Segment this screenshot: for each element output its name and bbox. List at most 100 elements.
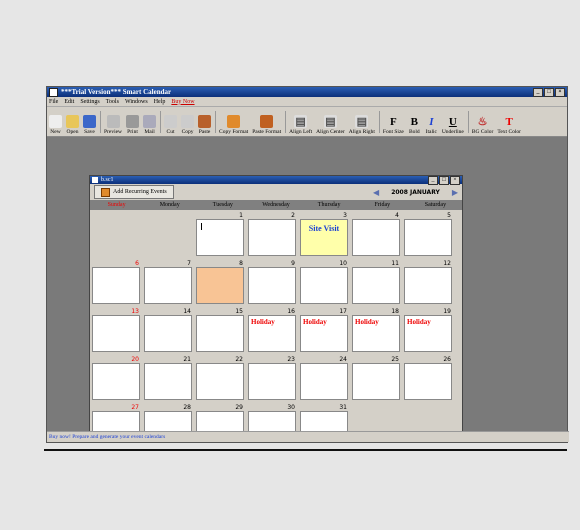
holiday-label[interactable]: Holiday <box>405 316 451 328</box>
day-cell-26[interactable]: 26 <box>402 354 454 402</box>
toolbar-text-color-button[interactable]: T Text Color <box>497 115 521 136</box>
app-title: ***Trial Version*** Smart Calendar <box>61 88 172 96</box>
calendar-close-button[interactable]: × <box>450 176 460 185</box>
day-cell-2[interactable]: 2 <box>246 210 298 258</box>
day-content-box[interactable] <box>404 267 452 304</box>
next-month-arrow-icon[interactable]: ▶ <box>452 188 458 197</box>
day-cell-1[interactable]: 1 <box>194 210 246 258</box>
toolbar-underline-button[interactable]: U Underline <box>442 115 464 136</box>
maximize-button[interactable]: □ <box>544 87 554 97</box>
toolbar-paste-format-button[interactable]: Paste Format <box>252 115 281 135</box>
day-cell-17[interactable]: 17 Holiday <box>298 306 350 354</box>
day-cell-25[interactable]: 25 <box>350 354 402 402</box>
day-content-box[interactable] <box>196 267 244 304</box>
toolbar-copy-format-button[interactable]: Copy Format <box>219 115 248 135</box>
day-content-box[interactable] <box>196 363 244 400</box>
calendar-minimize-button[interactable]: _ <box>428 176 438 185</box>
day-cell-21[interactable]: 21 <box>142 354 194 402</box>
calendar-window-icon <box>92 177 98 183</box>
day-cell-6[interactable]: 6 <box>90 258 142 306</box>
day-cell-13[interactable]: 13 <box>90 306 142 354</box>
toolbar-paste-button[interactable]: Paste <box>198 115 212 135</box>
menu-item-buy-now[interactable]: Buy Now <box>171 99 194 105</box>
toolbar-copy-button[interactable]: Copy <box>181 115 195 135</box>
menu-item-settings[interactable]: Settings <box>80 99 99 105</box>
day-cell-11[interactable]: 11 <box>350 258 402 306</box>
minimize-button[interactable]: _ <box>533 87 543 97</box>
prev-month-arrow-icon[interactable]: ◀ <box>373 188 379 197</box>
toolbar-italic-button[interactable]: I Italic <box>425 115 438 136</box>
menu-item-windows[interactable]: Windows <box>125 99 148 105</box>
toolbar-align-right-button[interactable]: ▤ Align Right <box>349 115 375 135</box>
day-cell-19[interactable]: 19 Holiday <box>402 306 454 354</box>
add-recurring-events-button[interactable]: Add Recurring Events <box>94 185 174 199</box>
day-cell-14[interactable]: 14 <box>142 306 194 354</box>
toolbar-bold-button[interactable]: B Bold <box>408 115 421 136</box>
day-content-box[interactable] <box>196 219 244 256</box>
day-content-box[interactable] <box>92 267 140 304</box>
day-content-box[interactable]: Site Visit <box>300 219 348 256</box>
day-content-box[interactable] <box>92 315 140 352</box>
day-cell-16[interactable]: 16 Holiday <box>246 306 298 354</box>
toolbar-save-button[interactable]: Save <box>83 115 96 135</box>
day-cell-20[interactable]: 20 <box>90 354 142 402</box>
toolbar-preview-button[interactable]: Preview <box>104 115 122 135</box>
menu-item-tools[interactable]: Tools <box>106 99 119 105</box>
day-cell-10[interactable]: 10 <box>298 258 350 306</box>
menu-item-edit[interactable]: Edit <box>64 99 74 105</box>
day-cell-3[interactable]: 3 Site Visit <box>298 210 350 258</box>
day-cell-12[interactable]: 12 <box>402 258 454 306</box>
day-cell-22[interactable]: 22 <box>194 354 246 402</box>
day-cell-4[interactable]: 4 <box>350 210 402 258</box>
toolbar-bg-color-button[interactable]: ♨ BG Color <box>472 115 494 135</box>
toolbar-align-left-button[interactable]: ▤ Align Left <box>289 115 312 135</box>
calendar-maximize-button[interactable]: □ <box>439 176 449 185</box>
day-cell-18[interactable]: 18 Holiday <box>350 306 402 354</box>
menu-item-help[interactable]: Help <box>154 99 166 105</box>
day-cell-9[interactable]: 9 <box>246 258 298 306</box>
day-content-box[interactable] <box>248 363 296 400</box>
day-number: 24 <box>339 356 347 363</box>
holiday-label[interactable]: Holiday <box>353 316 399 328</box>
day-cell-15[interactable]: 15 <box>194 306 246 354</box>
event-label[interactable]: Site Visit <box>301 220 347 233</box>
mail-icon <box>143 115 157 128</box>
holiday-label[interactable]: Holiday <box>301 316 347 328</box>
holiday-label[interactable]: Holiday <box>249 316 295 328</box>
day-content-box[interactable]: Holiday <box>352 315 400 352</box>
toolbar-font-size-button[interactable]: F Font Size <box>383 115 404 136</box>
day-cell-23[interactable]: 23 <box>246 354 298 402</box>
toolbar-align-center-button[interactable]: ▤ Align Center <box>316 115 345 135</box>
day-number: 6 <box>135 260 139 267</box>
day-content-box[interactable] <box>404 219 452 256</box>
day-cell-5[interactable]: 5 <box>402 210 454 258</box>
menu-item-file[interactable]: File <box>49 99 58 105</box>
day-content-box[interactable]: Holiday <box>248 315 296 352</box>
day-content-box[interactable] <box>352 363 400 400</box>
day-content-box[interactable] <box>404 363 452 400</box>
day-content-box[interactable] <box>92 363 140 400</box>
day-content-box[interactable] <box>248 219 296 256</box>
toolbar-separator <box>100 111 101 133</box>
day-content-box[interactable] <box>144 363 192 400</box>
day-content-box[interactable]: Holiday <box>300 315 348 352</box>
toolbar-label: BG Color <box>471 129 494 135</box>
day-content-box[interactable] <box>248 267 296 304</box>
day-content-box[interactable] <box>300 363 348 400</box>
day-content-box[interactable] <box>196 315 244 352</box>
toolbar-print-button[interactable]: Print <box>126 115 140 135</box>
close-button[interactable]: × <box>555 87 565 97</box>
day-content-box[interactable]: Holiday <box>404 315 452 352</box>
toolbar-new-button[interactable]: New <box>49 115 62 135</box>
day-content-box[interactable] <box>300 267 348 304</box>
day-content-box[interactable] <box>144 315 192 352</box>
day-content-box[interactable] <box>352 219 400 256</box>
toolbar-cut-button[interactable]: Cut <box>164 115 178 135</box>
day-cell-7[interactable]: 7 <box>142 258 194 306</box>
day-cell-24[interactable]: 24 <box>298 354 350 402</box>
day-content-box[interactable] <box>352 267 400 304</box>
toolbar-mail-button[interactable]: Mail <box>143 115 157 135</box>
toolbar-open-button[interactable]: Open <box>66 115 79 135</box>
day-content-box[interactable] <box>144 267 192 304</box>
day-cell-8[interactable]: 8 <box>194 258 246 306</box>
